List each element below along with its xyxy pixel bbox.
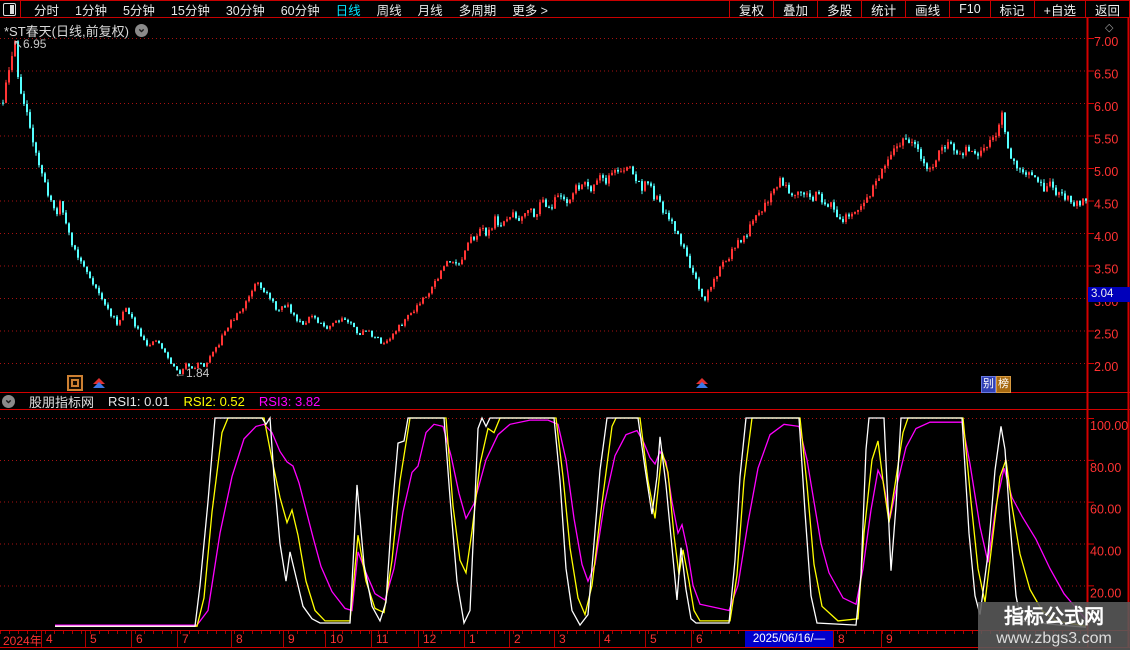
info-square-marker[interactable] [67, 375, 83, 391]
date-separator [509, 631, 510, 647]
date-separator [85, 631, 86, 647]
period-tabs: 分时1分钟5分钟15分钟30分钟60分钟日线周线月线多周期更多 > [26, 1, 556, 17]
period-tab[interactable]: 5分钟 [115, 0, 163, 19]
svg-text:60.00: 60.00 [1090, 503, 1121, 517]
period-tab[interactable]: 日线 [328, 0, 369, 19]
low-annotation: ←1.84 [174, 366, 209, 380]
toolbar-button[interactable]: +自选 [1034, 1, 1085, 17]
date-axis: 2025/06/16/— 2024年45678910111212345689 [0, 631, 1087, 647]
svg-text:4.50: 4.50 [1094, 198, 1118, 212]
date-label: 2024年 [3, 632, 42, 649]
svg-text:2.50: 2.50 [1094, 328, 1118, 342]
selected-date-badge: 2025/06/16/— [745, 631, 833, 647]
svg-text:40.00: 40.00 [1090, 545, 1121, 559]
date-separator [231, 631, 232, 647]
date-label: 10 [330, 632, 343, 646]
date-separator [554, 631, 555, 647]
indicator-header: ⌄ 股朋指标网 RSI1: 0.01 RSI2: 0.52 RSI3: 3.82 [0, 394, 1088, 408]
diamond-icon: ◇ [1105, 21, 1113, 34]
date-label: 9 [288, 632, 295, 646]
watermark-title: 指标公式网 [1004, 605, 1104, 629]
svg-text:20.00: 20.00 [1090, 586, 1121, 600]
chevron-down-icon[interactable]: ⌄ [135, 24, 148, 37]
date-separator [833, 631, 834, 647]
period-tab[interactable]: 多周期 [451, 0, 505, 19]
date-separator [464, 631, 465, 647]
charts-canvas[interactable]: 7.006.506.005.505.004.504.003.503.002.50… [0, 0, 1130, 650]
date-label: 12 [423, 632, 436, 646]
svg-text:80.00: 80.00 [1090, 461, 1121, 475]
date-label: 6 [696, 632, 703, 646]
event-tag-icon[interactable]: 别 [981, 376, 996, 393]
date-label: 7 [182, 632, 189, 646]
date-label: 8 [236, 632, 243, 646]
watermark: 指标公式网 www.zbgs3.com [978, 602, 1130, 650]
toolbar-button[interactable]: 叠加 [773, 1, 817, 17]
date-label: 5 [650, 632, 657, 646]
date-separator [645, 631, 646, 647]
date-label: 2 [514, 632, 521, 646]
svg-text:3.50: 3.50 [1094, 263, 1118, 277]
toolbar-button[interactable]: F10 [949, 1, 990, 17]
indicator-source-label: 股朋指标网 [29, 392, 94, 411]
svg-text:2.00: 2.00 [1094, 360, 1118, 374]
period-tab[interactable]: 周线 [369, 0, 410, 19]
toolbar-divider [20, 1, 21, 17]
rsi1-value-label: RSI1: 0.01 [108, 394, 169, 409]
svg-text:5.50: 5.50 [1094, 133, 1118, 147]
rsi2-value-label: RSI2: 0.52 [183, 394, 244, 409]
date-label: 5 [90, 632, 97, 646]
date-label: 6 [136, 632, 143, 646]
toolbar-button[interactable]: 标记 [990, 1, 1034, 17]
toolbar-button[interactable]: 复权 [729, 1, 773, 17]
signal-triangle-marker [93, 378, 105, 388]
period-tab[interactable]: 60分钟 [273, 0, 328, 19]
date-separator [881, 631, 882, 647]
date-label: 4 [604, 632, 611, 646]
date-label: 8 [838, 632, 845, 646]
date-separator [283, 631, 284, 647]
period-tab[interactable]: 更多 > [504, 0, 556, 19]
date-separator [371, 631, 372, 647]
date-separator [41, 631, 42, 647]
period-tab[interactable]: 1分钟 [67, 0, 115, 19]
date-label: 3 [559, 632, 566, 646]
period-tab[interactable]: 分时 [26, 0, 67, 19]
svg-text:6.00: 6.00 [1094, 100, 1118, 114]
date-separator [177, 631, 178, 647]
toolbar-button[interactable]: 统计 [861, 1, 905, 17]
toolbar-button[interactable]: 返回 [1085, 1, 1129, 17]
date-label: 9 [886, 632, 893, 646]
svg-text:100.00: 100.00 [1090, 419, 1128, 433]
svg-text:4.00: 4.00 [1094, 230, 1118, 244]
toolbar-button[interactable]: 多股 [817, 1, 861, 17]
rsi3-value-label: RSI3: 3.82 [259, 394, 320, 409]
date-label: 11 [376, 632, 388, 646]
toolbar-button[interactable]: 画线 [905, 1, 949, 17]
ranking-tag-icon[interactable]: 榜 [996, 376, 1011, 393]
signal-triangle-marker [696, 378, 708, 388]
period-tab[interactable]: 月线 [410, 0, 451, 19]
svg-text:6.50: 6.50 [1094, 68, 1118, 82]
top-toolbar: 分时1分钟5分钟15分钟30分钟60分钟日线周线月线多周期更多 > 复权叠加多股… [0, 0, 1130, 18]
window-layout-icon[interactable] [3, 3, 16, 16]
period-tab[interactable]: 15分钟 [163, 0, 218, 19]
date-label: 1 [469, 632, 476, 646]
svg-text:7.00: 7.00 [1094, 35, 1118, 49]
last-price-badge: 3.04 [1088, 287, 1130, 302]
date-separator [131, 631, 132, 647]
date-separator [599, 631, 600, 647]
toolbar-actions: 复权叠加多股统计画线F10标记+自选返回 [729, 1, 1130, 17]
date-separator [418, 631, 419, 647]
app-window: 7.006.506.005.505.004.504.003.503.002.50… [0, 0, 1130, 650]
date-label: 4 [46, 632, 53, 646]
date-separator [325, 631, 326, 647]
svg-text:5.00: 5.00 [1094, 165, 1118, 179]
watermark-url: www.zbgs3.com [996, 629, 1112, 648]
date-separator [691, 631, 692, 647]
period-tab[interactable]: 30分钟 [218, 0, 273, 19]
chevron-down-icon[interactable]: ⌄ [2, 395, 15, 408]
high-annotation: ↖6.95 [13, 37, 46, 51]
